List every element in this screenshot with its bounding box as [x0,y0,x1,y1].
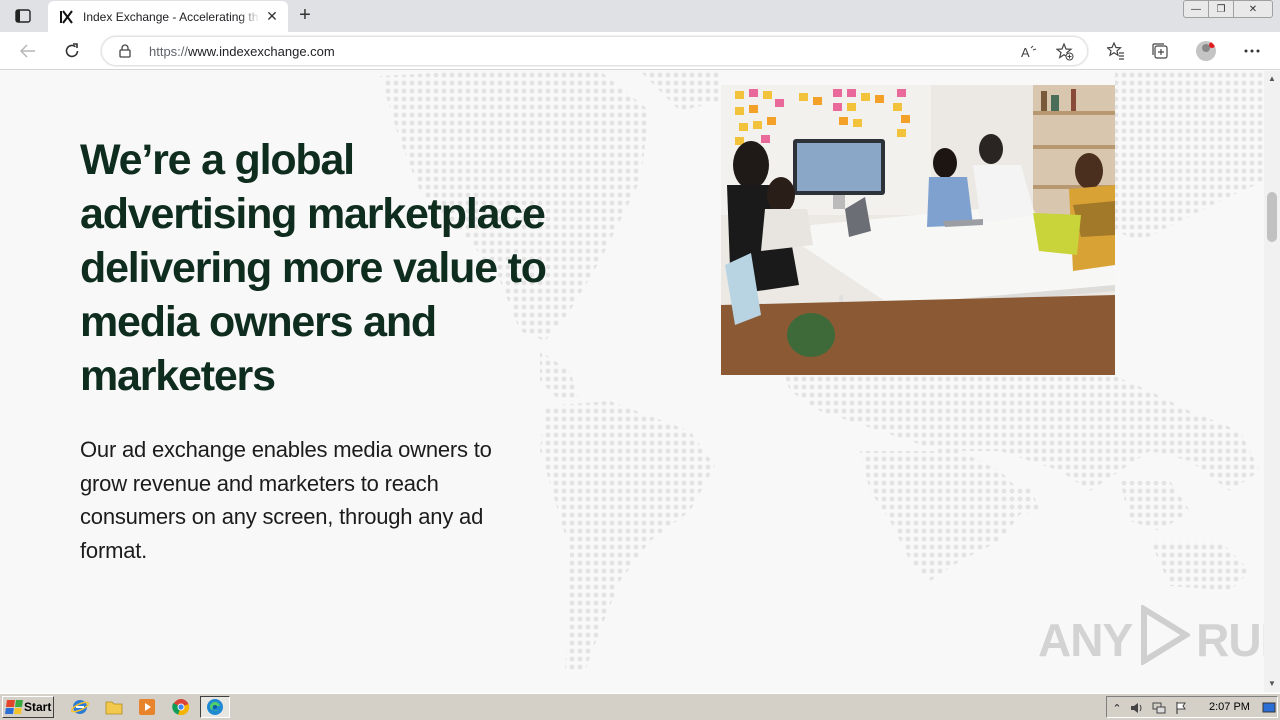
add-favorite-icon[interactable] [1056,43,1074,61]
scroll-down-arrow-icon[interactable]: ▼ [1267,679,1277,689]
scrollbar-thumb[interactable] [1267,192,1277,242]
lock-icon[interactable] [118,44,132,58]
hero-subtext: Our ad exchange enables media owners to … [80,437,492,563]
scroll-up-arrow-icon[interactable]: ▲ [1267,74,1277,84]
tab-actions-icon[interactable] [12,6,34,26]
volume-icon[interactable] [1129,700,1145,716]
show-desktop-icon[interactable] [1261,700,1277,716]
back-arrow-icon[interactable] [16,40,40,62]
read-aloud-icon[interactable]: A [1020,43,1038,61]
minimize-button[interactable]: — [1183,0,1209,18]
windows-logo-icon [5,700,23,714]
media-player-icon[interactable] [136,697,158,717]
profile-status-dot [1209,42,1215,48]
team-meeting-photo [721,85,1115,375]
collections-icon[interactable] [1150,41,1170,61]
tab-strip: Index Exchange - Accelerating the ✕ + — … [0,0,1280,32]
svg-text:A: A [1021,45,1030,60]
vertical-scrollbar[interactable]: ▲ ▼ [1264,71,1280,692]
watermark-right-text: RUN [1196,614,1264,666]
play-logo-icon [1138,603,1192,676]
url-text[interactable]: https://www.indexexchange.com [149,44,335,59]
browser-tab[interactable]: Index Exchange - Accelerating the ✕ [48,1,288,32]
file-explorer-icon[interactable] [103,697,125,717]
url-protocol: https:// [149,44,189,59]
more-options-icon[interactable] [1242,41,1262,61]
refresh-icon[interactable] [60,40,84,62]
new-tab-button[interactable]: + [294,5,316,26]
windows-taskbar: Start ⌃ 2:07 PM [0,693,1280,720]
start-button[interactable]: Start [2,696,54,718]
show-hidden-icons-icon[interactable]: ⌃ [1109,700,1125,716]
action-center-flag-icon[interactable] [1173,700,1189,716]
favorites-icon[interactable] [1106,41,1126,61]
web-page: We’re a global advertising marketplace d… [0,71,1264,692]
system-tray: ⌃ 2:07 PM [1106,696,1278,718]
chrome-icon[interactable] [170,697,192,717]
address-bar[interactable]: https://www.indexexchange.com A [101,36,1088,66]
tab-close-icon[interactable]: ✕ [264,8,280,25]
index-exchange-favicon-icon [58,9,74,25]
internet-explorer-icon[interactable] [69,697,91,717]
maximize-button[interactable]: ❐ [1208,0,1234,18]
browser-toolbar: https://www.indexexchange.com A [0,32,1280,70]
url-host: www.indexexchange.com [188,44,335,59]
hero-headline: We’re a global advertising marketplace d… [80,136,547,400]
taskbar-clock[interactable]: 2:07 PM [1209,701,1250,713]
anyrun-watermark: ANY RUN [1038,603,1264,671]
start-label: Start [24,700,52,714]
edge-icon[interactable] [200,696,230,718]
profile-avatar[interactable] [1196,41,1216,61]
network-icon[interactable] [1151,700,1167,716]
watermark-left-text: ANY [1038,614,1133,666]
close-window-button[interactable]: ✕ [1233,0,1273,18]
tab-title: Index Exchange - Accelerating the [83,9,260,24]
